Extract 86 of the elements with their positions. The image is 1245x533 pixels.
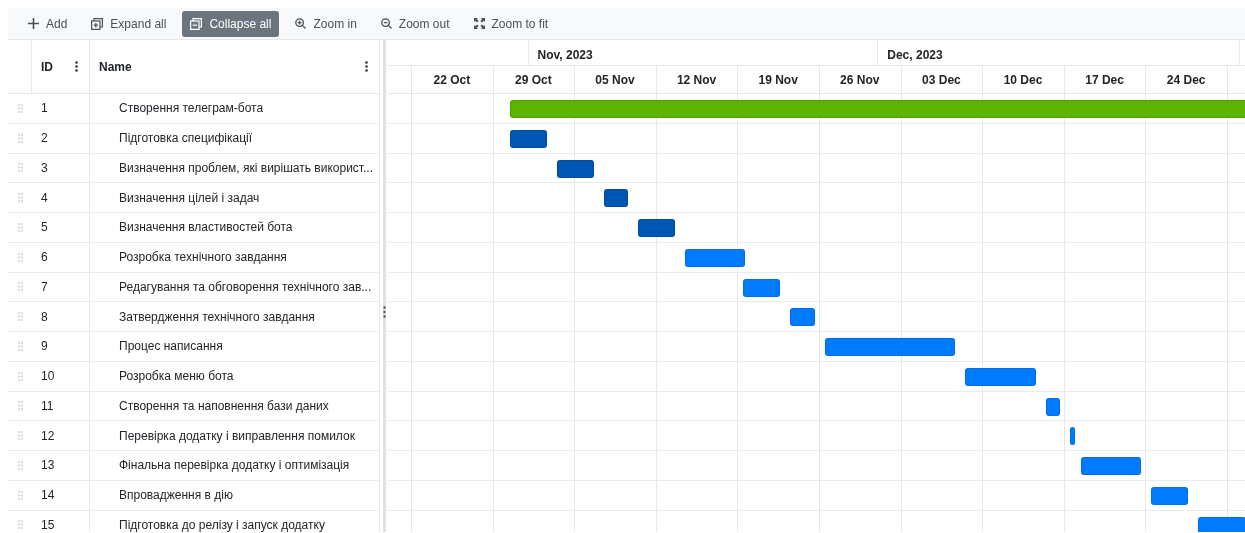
task-name: Редагування та обговорення технічного зав... xyxy=(119,278,372,296)
task-id: 5 xyxy=(41,219,48,237)
drag-handle-icon[interactable] xyxy=(17,520,23,530)
drag-handle-icon[interactable] xyxy=(17,252,23,262)
column-header[interactable]: ID xyxy=(41,57,53,76)
drag-handle-icon[interactable] xyxy=(17,431,23,441)
drag-handle-icon[interactable] xyxy=(17,282,23,292)
task-bar[interactable] xyxy=(510,129,547,148)
plus-icon xyxy=(28,18,39,29)
drag-handle-icon[interactable] xyxy=(17,371,23,381)
week-label: 05 Nov xyxy=(594,72,636,87)
task-id: 13 xyxy=(41,457,55,475)
week-label: 24 Dec xyxy=(1165,72,1207,87)
task-name: Визначення властивостей бота xyxy=(119,219,293,237)
task-bar[interactable] xyxy=(638,219,676,237)
column-menu-icon[interactable] xyxy=(365,61,368,72)
task-id: 2 xyxy=(41,130,48,148)
task-name: Перевірка додатку і виправлення помилок xyxy=(119,427,355,445)
task-id: 11 xyxy=(41,397,54,415)
task-id: 12 xyxy=(41,427,55,445)
week-label: 26 Nov xyxy=(839,72,881,87)
toolbar-button[interactable]: Zoom to fit xyxy=(465,10,557,37)
task-name: Впровадження в дію xyxy=(119,487,233,505)
task-bar[interactable] xyxy=(964,367,1037,386)
task-bar[interactable] xyxy=(1069,427,1075,446)
task-id: 3 xyxy=(41,159,48,177)
toolbar-button[interactable]: Collapse all xyxy=(182,10,280,37)
drag-handle-icon[interactable] xyxy=(17,312,23,322)
column-menu-icon[interactable] xyxy=(75,61,78,72)
month-label: Dec, 2023 xyxy=(887,47,943,64)
task-name: Розробка меню бота xyxy=(119,368,234,386)
column-header[interactable]: Name xyxy=(99,57,132,76)
expand-icon xyxy=(91,17,104,30)
task-bar[interactable] xyxy=(1046,397,1060,416)
task-id: 10 xyxy=(41,368,55,386)
task-id: 1 xyxy=(41,100,48,118)
week-label: 29 Oct xyxy=(514,72,553,87)
collapse-icon xyxy=(190,17,203,30)
task-bar[interactable] xyxy=(603,189,629,208)
week-label: 12 Nov xyxy=(675,72,718,87)
task-id: 8 xyxy=(41,308,48,326)
task-bar[interactable] xyxy=(743,278,780,297)
task-bar[interactable] xyxy=(1198,516,1245,532)
task-bar[interactable] xyxy=(790,308,815,327)
drag-handle-icon[interactable] xyxy=(17,163,23,173)
toolbar-button[interactable]: Zoom out xyxy=(372,10,458,37)
task-name: Процес написання xyxy=(119,338,223,356)
task-name: Створення та наповнення бази даних xyxy=(119,397,329,415)
task-id: 9 xyxy=(41,338,48,356)
task-name: Розробка технічного завдання xyxy=(119,249,287,267)
task-bar[interactable] xyxy=(556,159,594,178)
task-name: Підготовка специфікації xyxy=(119,130,253,148)
task-id: 6 xyxy=(41,249,48,267)
drag-handle-icon[interactable] xyxy=(17,490,23,500)
task-id: 4 xyxy=(41,189,48,207)
zoom-out-icon xyxy=(380,18,392,29)
task-name: Підготовка до релізу і запуск додатку xyxy=(119,516,325,532)
toolbar-button[interactable]: Zoom in xyxy=(287,10,365,37)
toolbar-button[interactable]: Add xyxy=(20,10,76,37)
week-label: 03 Dec xyxy=(921,72,962,87)
month-label: Nov, 2023 xyxy=(537,47,593,64)
drag-handle-icon[interactable] xyxy=(17,222,23,232)
drag-handle-icon[interactable] xyxy=(17,401,23,411)
task-name: Визначення проблем, які вирішать використ... xyxy=(119,159,373,177)
toolbar-button[interactable]: Expand all xyxy=(83,10,175,37)
drag-handle-icon[interactable] xyxy=(17,341,23,351)
task-bar[interactable] xyxy=(685,248,746,267)
drag-handle-icon[interactable] xyxy=(17,193,23,203)
task-name: Визначення цілей і задач xyxy=(119,189,260,207)
week-label: 10 Dec xyxy=(1002,72,1044,87)
task-id: 14 xyxy=(41,487,55,505)
task-name: Створення телеграм-бота xyxy=(119,100,264,118)
drag-handle-icon[interactable] xyxy=(17,103,23,113)
drag-handle-icon[interactable] xyxy=(17,460,23,470)
splitter-handle-icon[interactable] xyxy=(383,306,386,318)
task-id: 15 xyxy=(41,516,55,532)
week-label: 22 Oct xyxy=(432,72,472,87)
zoom-in-icon xyxy=(295,18,307,29)
drag-handle-icon[interactable] xyxy=(17,133,23,143)
task-name: Фінальна перевірка додатку і оптимізація xyxy=(119,457,350,475)
task-name: Затвердження технічного завдання xyxy=(119,308,315,326)
fit-to-screen-icon xyxy=(473,18,485,29)
week-label: 17 Dec xyxy=(1084,72,1125,87)
task-id: 7 xyxy=(41,278,48,296)
task-bar[interactable] xyxy=(1151,486,1188,505)
week-label: 19 Nov xyxy=(757,72,799,87)
